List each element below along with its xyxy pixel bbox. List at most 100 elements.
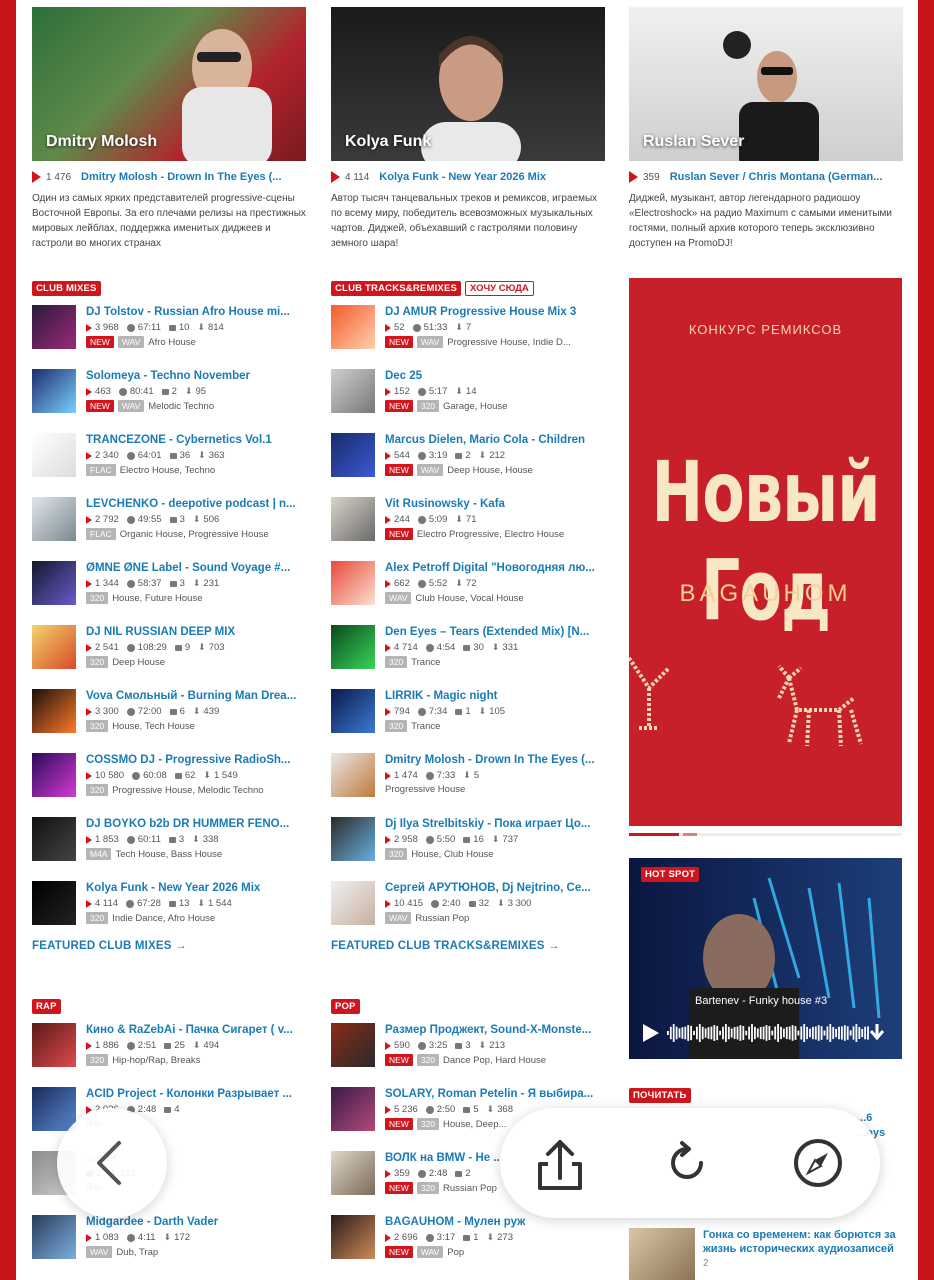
track-title[interactable]: Alex Petroff Digital "Новогодняя лю... <box>385 561 605 576</box>
track-title[interactable]: TRANCEZONE - Cybernetics Vol.1 <box>86 433 306 448</box>
track-genre[interactable]: Deep House, House <box>447 465 533 476</box>
track-cover[interactable] <box>32 1215 76 1259</box>
reload-icon[interactable] <box>657 1133 717 1193</box>
track-cover[interactable] <box>32 753 76 797</box>
track-row[interactable]: Marcus Dielen, Mario Cola - Children 544 3… <box>331 433 605 485</box>
track-row[interactable]: Dmitry Molosh - Drown In The Eyes (... 1 … <box>331 753 605 805</box>
track-row[interactable]: DJ AMUR Progressive House Mix 3 52 51:33 ⬇ 7… <box>331 305 605 357</box>
track-title[interactable]: Solomeya - Techno November <box>86 369 306 384</box>
section-badge[interactable]: CLUB MIXES <box>32 281 101 296</box>
track-row[interactable]: TRANCEZONE - Cybernetics Vol.1 2 340 64:01… <box>32 433 306 485</box>
artist-card-1[interactable]: Dmitry Molosh 1 476 Dmitry Molosh - Drow… <box>32 7 306 251</box>
track-cover[interactable] <box>32 689 76 733</box>
track-genre[interactable]: Hip-hop/Rap, Breaks <box>112 1055 200 1066</box>
track-cover[interactable] <box>32 433 76 477</box>
artist-mix[interactable]: 359 Ruslan Sever / Chris Montana (German… <box>629 171 903 183</box>
mix-title[interactable]: Dmitry Molosh - Drown In The Eyes (... <box>81 171 281 183</box>
section-badge[interactable]: POP <box>331 999 360 1014</box>
track-row[interactable]: LIRRIK - Magic night 794 7:34 1 ⬇ 105 320 Tranc… <box>331 689 605 741</box>
artist-mix[interactable]: 4 114 Kolya Funk - New Year 2026 Mix <box>331 171 605 183</box>
track-title[interactable]: Kolya Funk - New Year 2026 Mix <box>86 881 306 896</box>
track-cover[interactable] <box>331 1215 375 1259</box>
track-genre[interactable]: Russian Pop <box>415 913 469 924</box>
remix-contest-banner[interactable]: КОНКУРС РЕМИКСОВ Новый Год BAGAUHOM <box>629 278 902 826</box>
track-title[interactable]: DJ BOYKO b2b DR HUMMER FENO... <box>86 817 306 832</box>
track-cover[interactable] <box>331 881 375 925</box>
track-cover[interactable] <box>331 1151 375 1195</box>
hot-spot-player[interactable]: HOT SPOT Bartenev - Funky house #3 <box>629 858 902 1059</box>
track-genre[interactable]: Progressive House <box>385 784 465 795</box>
artist-photo[interactable]: Dmitry Molosh <box>32 7 306 161</box>
track-genre[interactable]: House, Tech House <box>112 721 195 732</box>
track-genre[interactable]: Garage, House <box>443 401 507 412</box>
track-cover[interactable] <box>32 1023 76 1067</box>
track-genre[interactable]: Afro House <box>148 337 196 348</box>
want-here-badge[interactable]: ХОЧУ СЮДА <box>465 281 534 296</box>
track-cover[interactable] <box>331 689 375 733</box>
track-cover[interactable] <box>331 497 375 541</box>
track-title[interactable]: SOLARY, Roman Petelin - Я выбира... <box>385 1087 605 1102</box>
artist-card-3[interactable]: Ruslan Sever 359 Ruslan Sever / Chris Mo… <box>629 7 903 251</box>
track-row[interactable]: Midgardee - Darth Vader 1 083 4:11 ⬇ 172 WAV D… <box>32 1215 306 1267</box>
track-cover[interactable] <box>331 433 375 477</box>
track-title[interactable]: Размер Проджект, Sound-X-Monste... <box>385 1023 605 1038</box>
track-row[interactable]: Alex Petroff Digital "Новогодняя лю... 66… <box>331 561 605 613</box>
track-row[interactable]: Vit Rusinowsky - Kafa 244 5:09 ⬇ 71 NEW Electr… <box>331 497 605 549</box>
track-title[interactable]: DJ Tolstov - Russian Afro House mi... <box>86 305 306 320</box>
track-genre[interactable]: Electro House, Techno <box>120 465 215 476</box>
featured-club-mixes-link[interactable]: FEATURED CLUB MIXES → <box>32 940 187 952</box>
track-genre[interactable]: Progressive House, Melodic Techno <box>112 785 263 796</box>
featured-club-tracks-link[interactable]: FEATURED CLUB TRACKS&REMIXES → <box>331 940 560 952</box>
play-icon[interactable] <box>629 171 638 183</box>
track-cover[interactable] <box>331 1087 375 1131</box>
track-cover[interactable] <box>32 305 76 349</box>
play-icon[interactable] <box>331 171 340 183</box>
track-genre[interactable]: Indie Dance, Afro House <box>112 913 215 924</box>
track-cover[interactable] <box>32 881 76 925</box>
track-title[interactable]: Marcus Dielen, Mario Cola - Children <box>385 433 605 448</box>
track-row[interactable]: Dj Ilya Strelbitskiy - Пока играет Цо...… <box>331 817 605 869</box>
track-title[interactable]: ØMNE ØNE Label - Sound Voyage #... <box>86 561 306 576</box>
track-genre[interactable]: House, Club House <box>411 849 493 860</box>
track-cover[interactable] <box>331 753 375 797</box>
track-title[interactable]: Кино & RaZebAi - Пачка Сигарет ( v... <box>86 1023 306 1038</box>
track-title[interactable]: Dec 25 <box>385 369 605 384</box>
track-genre[interactable]: Melodic Techno <box>148 401 214 412</box>
track-row[interactable]: BAGAUHOM - Мулен руж 2 696 3:17 1 ⬇ 273 NEW WAV… <box>331 1215 605 1267</box>
track-genre[interactable]: Tech House, Bass House <box>115 849 222 860</box>
track-genre[interactable]: Dance Pop, Hard House <box>443 1055 546 1066</box>
track-genre[interactable]: Trance <box>411 657 440 668</box>
mix-title[interactable]: Kolya Funk - New Year 2026 Mix <box>379 171 546 183</box>
hotspot-track-title[interactable]: Bartenev - Funky house #3 <box>695 995 827 1007</box>
track-title[interactable]: DJ AMUR Progressive House Mix 3 <box>385 305 605 320</box>
track-title[interactable]: COSSMO DJ - Progressive RadioSh... <box>86 753 306 768</box>
compass-icon[interactable] <box>788 1133 848 1193</box>
section-badge[interactable]: CLUB TRACKS&REMIXES <box>331 281 462 296</box>
track-cover[interactable] <box>331 561 375 605</box>
track-genre[interactable]: Electro Progressive, Electro House <box>417 529 564 540</box>
track-cover[interactable] <box>32 497 76 541</box>
track-title[interactable]: Сергей АРУТЮНОВ, Dj Nejtrino, Се... <box>385 881 605 896</box>
track-genre[interactable]: Dub, Trap <box>116 1247 158 1258</box>
track-title[interactable]: LIRRIK - Magic night <box>385 689 605 704</box>
news-title-text[interactable]: Гонка со временем: как борются за жизнь … <box>703 1229 896 1255</box>
track-row[interactable]: Размер Проджект, Sound-X-Monste... 590 3:2… <box>331 1023 605 1075</box>
artist-mix[interactable]: 1 476 Dmitry Molosh - Drown In The Eyes … <box>32 171 306 183</box>
track-row[interactable]: Kolya Funk - New Year 2026 Mix 4 114 67:28… <box>32 881 306 933</box>
track-row[interactable]: Den Eyes – Tears (Extended Mix) [N... 4 7… <box>331 625 605 677</box>
track-cover[interactable] <box>32 561 76 605</box>
track-title[interactable]: Den Eyes – Tears (Extended Mix) [N... <box>385 625 605 640</box>
artist-card-2[interactable]: Kolya Funk 4 114 Kolya Funk - New Year 2… <box>331 7 605 251</box>
track-title[interactable]: DJ NIL RUSSIAN DEEP MIX <box>86 625 306 640</box>
track-cover[interactable] <box>32 817 76 861</box>
track-title[interactable]: Dmitry Molosh - Drown In The Eyes (... <box>385 753 605 768</box>
news-thumbnail[interactable] <box>629 1228 695 1280</box>
track-title[interactable]: Dj Ilya Strelbitskiy - Пока играет Цо... <box>385 817 605 832</box>
track-cover[interactable] <box>331 305 375 349</box>
back-button[interactable] <box>57 1108 167 1218</box>
track-row[interactable]: LEVCHENKO - deepotive podcast | n... 2 79… <box>32 497 306 549</box>
hotspot-waveform[interactable] <box>629 1018 902 1048</box>
track-cover[interactable] <box>331 817 375 861</box>
track-row[interactable]: Dec 25 152 5:17 ⬇ 14 NEW 320 Garage, House <box>331 369 605 421</box>
track-title[interactable]: Vova Смольный - Burning Man Drea... <box>86 689 306 704</box>
